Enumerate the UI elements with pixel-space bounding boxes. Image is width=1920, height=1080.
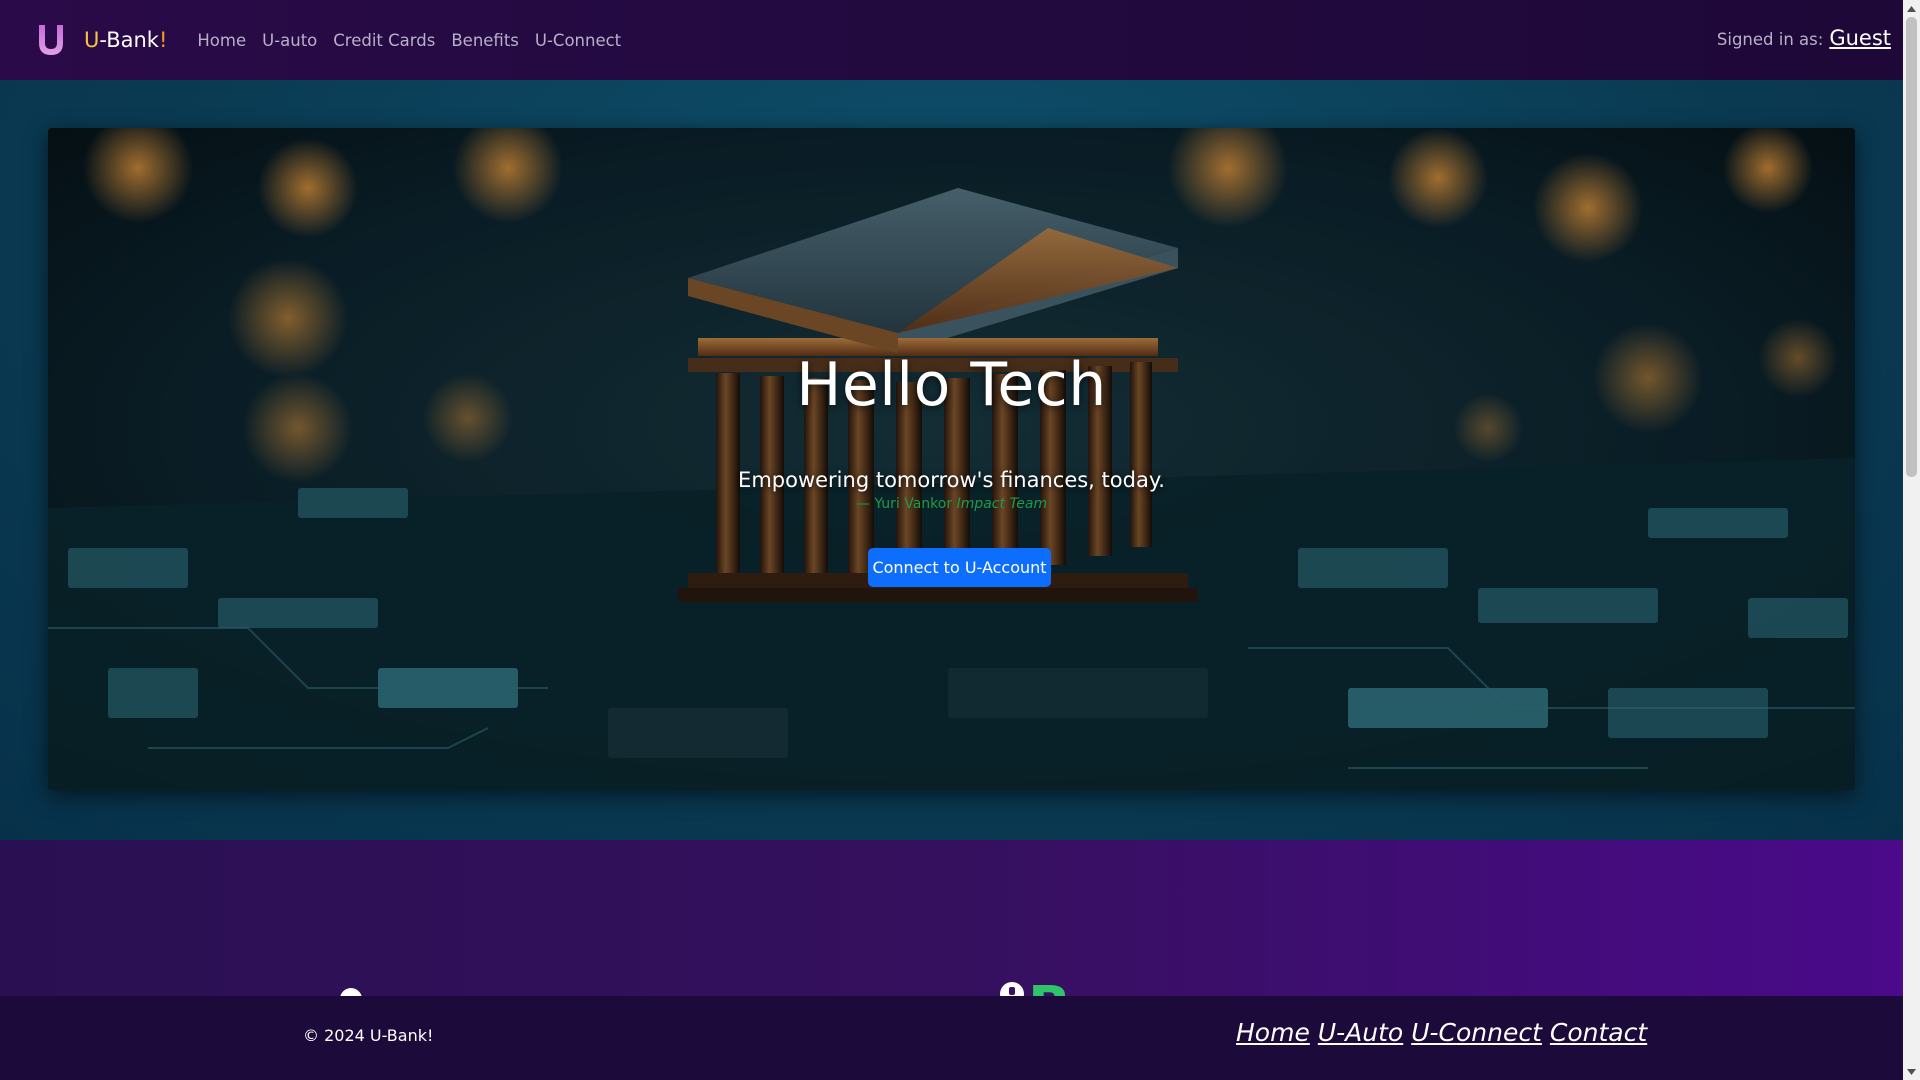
- hero-section: Hello Tech Empowering tomorrow's finance…: [0, 80, 1903, 840]
- hero-attribution: — Yuri Vankor Impact Team: [855, 496, 1048, 512]
- hero-quote: Empowering tomorrow's finances, today.: [738, 468, 1165, 492]
- hero-title: Hello Tech: [796, 350, 1107, 420]
- main-nav: Home U-auto Credit Cards Benefits U-Conn…: [189, 31, 629, 50]
- brand-name: U-Bank!: [84, 28, 168, 52]
- hero-card: Hello Tech Empowering tomorrow's finance…: [48, 128, 1855, 790]
- nav-link-u-connect[interactable]: U-Connect: [527, 31, 629, 50]
- hero-content: Hello Tech Empowering tomorrow's finance…: [48, 128, 1855, 790]
- scroll-down-arrow-icon[interactable]: [1903, 1063, 1920, 1080]
- signed-in-status: Signed in as: Guest: [1717, 26, 1891, 50]
- footer-link-contact[interactable]: Contact: [1550, 1018, 1647, 1047]
- copyright-text: © 2024 U-Bank!: [303, 1026, 434, 1045]
- footer-link-u-connect[interactable]: U-Connect: [1411, 1018, 1542, 1047]
- nav-link-benefits[interactable]: Benefits: [443, 31, 527, 50]
- scrollbar-thumb[interactable]: [1906, 17, 1917, 477]
- brand-link[interactable]: U-Bank!: [36, 23, 167, 57]
- u-letter-logo-icon: [39, 25, 63, 55]
- footer-link-home[interactable]: Home: [1236, 1018, 1310, 1047]
- vertical-scrollbar[interactable]: [1903, 0, 1920, 1080]
- user-link[interactable]: Guest: [1829, 26, 1891, 50]
- scroll-up-arrow-icon[interactable]: [1903, 0, 1920, 17]
- nav-link-u-auto[interactable]: U-auto: [254, 31, 325, 50]
- footer-nav: Home U-Auto U-Connect Contact: [1236, 1018, 1647, 1047]
- nav-link-home[interactable]: Home: [189, 31, 254, 50]
- footer: © 2024 U-Bank! Home U-Auto U-Connect Con…: [0, 996, 1903, 1080]
- signed-in-label: Signed in as:: [1716, 30, 1824, 49]
- connect-account-button[interactable]: Connect to U-Account: [868, 548, 1051, 587]
- footer-link-u-auto[interactable]: U-Auto: [1318, 1018, 1403, 1047]
- nav-link-credit-cards[interactable]: Credit Cards: [325, 31, 443, 50]
- lower-section: B: [0, 840, 1903, 1000]
- top-navbar: U-Bank! Home U-auto Credit Cards Benefit…: [0, 0, 1903, 80]
